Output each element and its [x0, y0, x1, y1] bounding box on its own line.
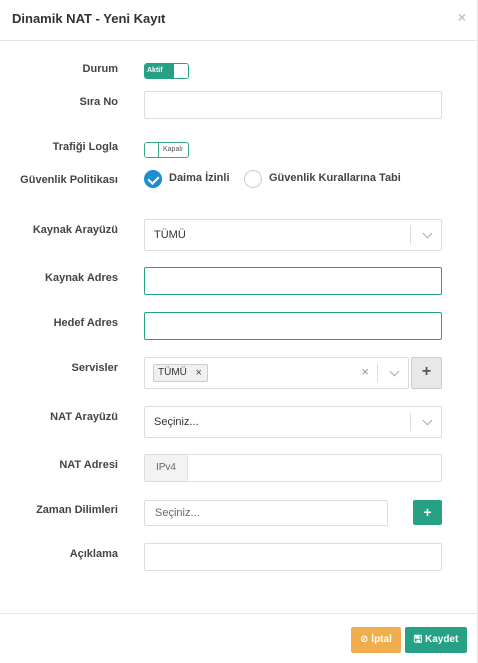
- aciklama-label: Açıklama: [69, 548, 118, 560]
- nat-modal: Dinamik NAT - Yeni Kayıt × Durum Aktif S…: [0, 0, 478, 663]
- servisler-select[interactable]: TÜMÜ × ×: [144, 357, 409, 389]
- trafik-toggle[interactable]: Kapalı: [144, 142, 189, 158]
- kaynak-adres-label: Kaynak Adres: [45, 272, 118, 284]
- radio-daima-izinli-label: Daima İzinli: [169, 172, 230, 184]
- servis-chip-label: TÜMÜ: [158, 367, 187, 378]
- toggle-knob: [174, 64, 188, 78]
- select-separator: [377, 364, 378, 382]
- durum-label: Durum: [82, 63, 118, 75]
- cancel-button[interactable]: ⊘ İptal: [351, 627, 401, 653]
- nat-arayuz-label: NAT Arayüzü: [50, 411, 118, 423]
- chevron-down-icon[interactable]: [422, 415, 433, 426]
- close-icon[interactable]: ×: [458, 9, 466, 25]
- kaynak-adres-input[interactable]: [144, 267, 442, 295]
- select-separator: [410, 226, 411, 244]
- kaynak-arayuz-select[interactable]: TÜMÜ: [144, 219, 442, 251]
- modal-footer: ⊘ İptal 🖫 Kaydet: [0, 613, 478, 663]
- chevron-down-icon[interactable]: [422, 228, 433, 239]
- trafik-toggle-text: Kapalı: [163, 146, 183, 153]
- nat-arayuz-value: Seçiniz...: [154, 416, 199, 428]
- zaman-label: Zaman Dilimleri: [36, 504, 118, 516]
- politika-label: Güvenlik Politikası: [20, 174, 118, 186]
- zaman-select[interactable]: Seçiniz...: [144, 500, 388, 526]
- sira-no-input[interactable]: [144, 91, 442, 119]
- chip-remove-icon[interactable]: ×: [195, 365, 201, 381]
- sira-no-label: Sıra No: [79, 96, 118, 108]
- radio-guvenlik-kurallari[interactable]: [244, 170, 262, 188]
- nat-adresi-input[interactable]: IPv4: [144, 454, 442, 482]
- select-separator: [410, 413, 411, 431]
- kaynak-arayuz-value: TÜMÜ: [154, 229, 186, 241]
- hedef-adres-label: Hedef Adres: [53, 317, 118, 329]
- floppy-icon: 🖫: [413, 634, 423, 645]
- radio-daima-izinli[interactable]: [144, 170, 162, 188]
- nat-arayuz-select[interactable]: Seçiniz...: [144, 406, 442, 438]
- chevron-down-icon[interactable]: [389, 366, 400, 377]
- add-zaman-button[interactable]: +: [413, 500, 442, 525]
- toggle-knob: [145, 143, 159, 157]
- zaman-placeholder: Seçiniz...: [155, 507, 200, 519]
- save-label: Kaydet: [424, 634, 459, 645]
- servis-chip: TÜMÜ ×: [153, 364, 208, 382]
- add-servis-button[interactable]: +: [411, 357, 442, 389]
- radio-guvenlik-kurallari-label: Güvenlik Kurallarına Tabi: [269, 172, 401, 184]
- ban-icon: ⊘: [360, 634, 369, 645]
- servisler-label: Servisler: [71, 362, 118, 374]
- clear-icon[interactable]: ×: [361, 364, 369, 379]
- modal-header: Dinamik NAT - Yeni Kayıt ×: [0, 0, 478, 41]
- hedef-adres-input[interactable]: [144, 312, 442, 340]
- ipv4-addon: IPv4: [145, 455, 188, 481]
- cancel-label: İptal: [371, 634, 392, 645]
- nat-adresi-label: NAT Adresi: [59, 459, 118, 471]
- kaynak-arayuz-label: Kaynak Arayüzü: [32, 224, 118, 236]
- modal-title: Dinamik NAT - Yeni Kayıt: [12, 11, 166, 26]
- save-button[interactable]: 🖫 Kaydet: [405, 627, 467, 653]
- trafik-label: Trafiği Logla: [52, 141, 118, 153]
- aciklama-input[interactable]: [144, 543, 442, 571]
- durum-toggle[interactable]: Aktif: [144, 63, 189, 79]
- durum-toggle-text: Aktif: [145, 64, 175, 78]
